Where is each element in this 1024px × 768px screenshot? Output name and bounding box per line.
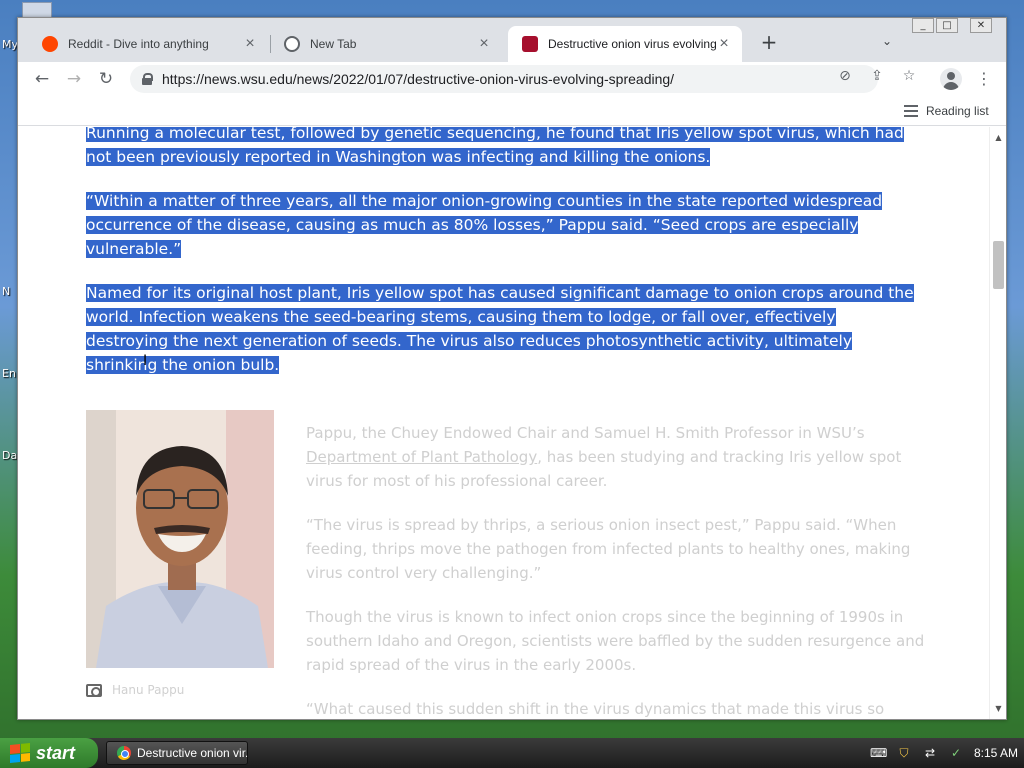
windows-logo-icon bbox=[10, 742, 30, 764]
tab-strip: Reddit - Dive into anything × New Tab × … bbox=[18, 18, 1006, 62]
photo-caption: Hanu Pappu bbox=[86, 683, 184, 697]
tab-reddit[interactable]: Reddit - Dive into anything × bbox=[28, 26, 268, 62]
reading-list-icon bbox=[904, 105, 918, 117]
article-paragraph: “What caused this sudden shift in the vi… bbox=[306, 700, 885, 718]
chrome-icon bbox=[117, 746, 131, 760]
clock[interactable]: 8:15 AM bbox=[974, 746, 1018, 760]
close-icon[interactable]: × bbox=[242, 36, 258, 52]
lock-icon[interactable] bbox=[142, 73, 153, 85]
article-paragraph: Running a molecular test, followed by ge… bbox=[86, 127, 918, 169]
back-icon[interactable]: ← bbox=[31, 68, 53, 90]
scroll-down-icon[interactable]: ▼ bbox=[990, 700, 1007, 717]
reading-list-button[interactable]: Reading list bbox=[904, 101, 989, 121]
taskbar-item-label: Destructive onion vir... bbox=[137, 746, 248, 760]
reading-list-label: Reading list bbox=[926, 104, 989, 118]
bookmarks-bar: Reading list bbox=[18, 96, 1006, 126]
profile-icon[interactable] bbox=[940, 68, 962, 90]
address-bar[interactable]: https://news.wsu.edu/news/2022/01/07/des… bbox=[130, 65, 878, 93]
maximize-button[interactable]: □ bbox=[936, 18, 958, 33]
start-label: start bbox=[36, 742, 76, 763]
url-text[interactable]: https://news.wsu.edu/news/2022/01/07/des… bbox=[162, 71, 674, 87]
article-paragraph: “Within a matter of three years, all the… bbox=[86, 189, 918, 261]
bio-text: Pappu, the Chuey Endowed Chair and Samue… bbox=[306, 424, 865, 442]
vertical-scrollbar[interactable]: ▲ ▼ bbox=[989, 127, 1006, 719]
start-button[interactable]: start bbox=[0, 738, 98, 768]
minimize-button[interactable]: _ bbox=[912, 18, 934, 33]
tab-search-icon[interactable]: ⌄ bbox=[878, 34, 896, 52]
text-cursor-icon: I bbox=[143, 353, 148, 369]
desktop-label: Da bbox=[2, 449, 18, 462]
shield-icon[interactable]: ⛉ bbox=[896, 746, 912, 760]
camera-icon bbox=[86, 683, 102, 697]
system-tray: ⌨ ⛉ ⇄ ✓ 8:15 AM bbox=[862, 738, 1024, 768]
article-paragraph: Named for its original host plant, Iris … bbox=[86, 281, 918, 377]
share-icon[interactable]: ⇪ bbox=[868, 67, 886, 85]
tab-new-tab[interactable]: New Tab × bbox=[270, 26, 502, 62]
reddit-icon bbox=[42, 36, 58, 52]
close-window-button[interactable]: ✕ bbox=[970, 18, 992, 33]
selected-text[interactable]: “Within a matter of three years, all the… bbox=[86, 192, 883, 258]
article-paragraph: Pappu, the Chuey Endowed Chair and Samue… bbox=[306, 421, 926, 493]
desktop-label: En bbox=[2, 367, 16, 380]
desktop-label: My bbox=[2, 38, 19, 51]
keyboard-icon[interactable]: ⌨ bbox=[870, 746, 887, 760]
browser-toolbar: ← → ↻ https://news.wsu.edu/news/2022/01/… bbox=[18, 62, 1006, 96]
scroll-thumb[interactable] bbox=[993, 241, 1004, 289]
scroll-up-icon[interactable]: ▲ bbox=[990, 129, 1007, 146]
plant-pathology-link[interactable]: Department of Plant Pathology bbox=[306, 448, 537, 466]
tab-wsu-article[interactable]: Destructive onion virus evolving, spread… bbox=[508, 26, 742, 62]
tab-title: Reddit - Dive into anything bbox=[68, 37, 209, 51]
page-content: Running a molecular test, followed by ge… bbox=[18, 127, 989, 719]
network-icon[interactable]: ⇄ bbox=[922, 746, 938, 760]
new-tab-button[interactable]: + bbox=[758, 32, 780, 54]
antivirus-icon[interactable]: ✓ bbox=[948, 746, 964, 760]
article-paragraph: Though the virus is known to infect onio… bbox=[306, 608, 925, 674]
desktop-icon[interactable] bbox=[22, 2, 52, 18]
tab-title: New Tab bbox=[310, 37, 357, 51]
taskbar: start Destructive onion vir... ⌨ ⛉ ⇄ ✓ 8… bbox=[0, 738, 1024, 768]
caption-text: Hanu Pappu bbox=[112, 683, 185, 697]
taskbar-item-chrome[interactable]: Destructive onion vir... bbox=[106, 741, 248, 765]
star-icon[interactable]: ☆ bbox=[900, 67, 918, 85]
wsu-icon bbox=[522, 36, 538, 52]
tab-title: Destructive onion virus evolving, spread… bbox=[548, 37, 716, 51]
globe-icon bbox=[284, 36, 300, 52]
desktop-label: N bbox=[2, 285, 11, 298]
forward-icon[interactable]: → bbox=[63, 68, 85, 90]
selected-text[interactable]: Running a molecular test, followed by ge… bbox=[86, 127, 904, 166]
reload-icon[interactable]: ↻ bbox=[95, 68, 117, 90]
close-icon[interactable]: × bbox=[476, 36, 492, 52]
portrait-photo bbox=[86, 410, 274, 668]
article-paragraph: “The virus is spread by thrips, a seriou… bbox=[306, 516, 911, 582]
close-icon[interactable]: × bbox=[716, 36, 732, 52]
browser-window: Reddit - Dive into anything × New Tab × … bbox=[17, 17, 1007, 720]
selected-text[interactable]: Named for its original host plant, Iris … bbox=[86, 284, 914, 374]
menu-icon[interactable]: ⋮ bbox=[976, 68, 992, 90]
eye-off-icon[interactable]: ⊘ bbox=[836, 67, 854, 85]
